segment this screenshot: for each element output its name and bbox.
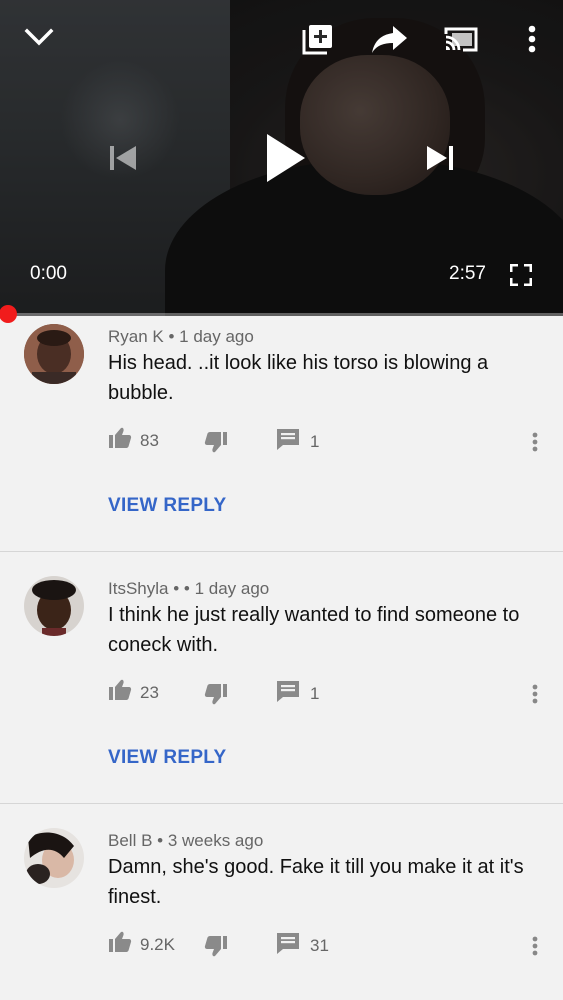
divider xyxy=(0,551,563,552)
like-count: 9.2K xyxy=(140,934,175,954)
reply-button[interactable]: 1 xyxy=(276,680,319,707)
comment-text: I think he just really wanted to find so… xyxy=(108,604,520,656)
dislike-button[interactable] xyxy=(204,935,228,962)
avatar[interactable] xyxy=(24,828,84,888)
reply-count: 1 xyxy=(310,683,320,703)
comment-item: Ryan K • 1 day ago His head. ..it look l… xyxy=(0,316,563,552)
dislike-button[interactable] xyxy=(204,683,228,710)
like-button[interactable]: 9.2K xyxy=(108,931,175,958)
reply-icon xyxy=(276,680,300,707)
avatar[interactable] xyxy=(24,576,84,636)
reply-count: 1 xyxy=(310,431,320,451)
thumb-down-icon xyxy=(204,683,228,710)
comment-actions: 23 1 xyxy=(0,679,563,709)
comment-author[interactable]: Bell B xyxy=(108,831,152,850)
comment-author[interactable]: ItsShyla • xyxy=(108,579,179,598)
video-player[interactable]: 0:00 2:57 xyxy=(0,0,563,316)
view-reply-button[interactable]: VIEW REPLY xyxy=(108,495,226,517)
comment-item: ItsShyla • • 1 day ago I think he just r… xyxy=(0,568,563,804)
reply-icon xyxy=(276,428,300,455)
skip-previous-icon[interactable] xyxy=(104,140,140,176)
chevron-down-icon[interactable] xyxy=(22,22,56,52)
like-count: 83 xyxy=(140,430,159,450)
reply-icon xyxy=(276,932,300,959)
share-icon[interactable] xyxy=(370,22,410,56)
reply-button[interactable]: 31 xyxy=(276,932,329,959)
divider xyxy=(0,803,563,804)
play-icon[interactable] xyxy=(260,128,310,188)
current-time: 0:00 xyxy=(30,263,67,284)
more-vert-icon[interactable] xyxy=(532,432,538,452)
meta-separator: • xyxy=(157,831,164,850)
cast-icon[interactable] xyxy=(442,24,480,54)
thumb-up-icon xyxy=(108,679,132,706)
reply-count: 31 xyxy=(310,935,329,955)
skip-next-icon[interactable] xyxy=(422,140,460,176)
duration: 2:57 xyxy=(449,263,486,284)
like-button[interactable]: 83 xyxy=(108,427,159,454)
comment-text: Damn, she's good. Fake it till you make … xyxy=(108,856,524,908)
reply-button[interactable]: 1 xyxy=(276,428,319,455)
comment-actions: 9.2K 31 xyxy=(0,931,563,961)
thumb-down-icon xyxy=(204,431,228,458)
avatar[interactable] xyxy=(24,324,84,384)
more-vert-icon[interactable] xyxy=(520,22,544,56)
meta-separator: • xyxy=(168,327,175,346)
more-vert-icon[interactable] xyxy=(532,684,538,704)
meta-separator: • xyxy=(183,579,190,598)
fullscreen-icon[interactable] xyxy=(508,262,534,288)
dislike-button[interactable] xyxy=(204,431,228,458)
add-to-playlist-icon[interactable] xyxy=(298,20,338,58)
comment-time: 3 weeks ago xyxy=(167,831,264,850)
view-reply-button[interactable]: VIEW REPLY xyxy=(108,747,226,769)
comment-item: Bell B • 3 weeks ago Damn, she's good. F… xyxy=(0,820,563,1000)
comment-text: His head. ..it look like his torso is bl… xyxy=(108,352,489,404)
like-count: 23 xyxy=(140,682,159,702)
thumb-down-icon xyxy=(204,935,228,962)
comment-author[interactable]: Ryan K xyxy=(108,327,164,346)
thumb-up-icon xyxy=(108,427,132,454)
thumb-up-icon xyxy=(108,931,132,958)
more-vert-icon[interactable] xyxy=(532,936,538,956)
like-button[interactable]: 23 xyxy=(108,679,159,706)
comment-actions: 83 1 xyxy=(0,427,563,457)
comment-time: 1 day ago xyxy=(179,327,254,346)
comment-time: 1 day ago xyxy=(194,579,270,598)
